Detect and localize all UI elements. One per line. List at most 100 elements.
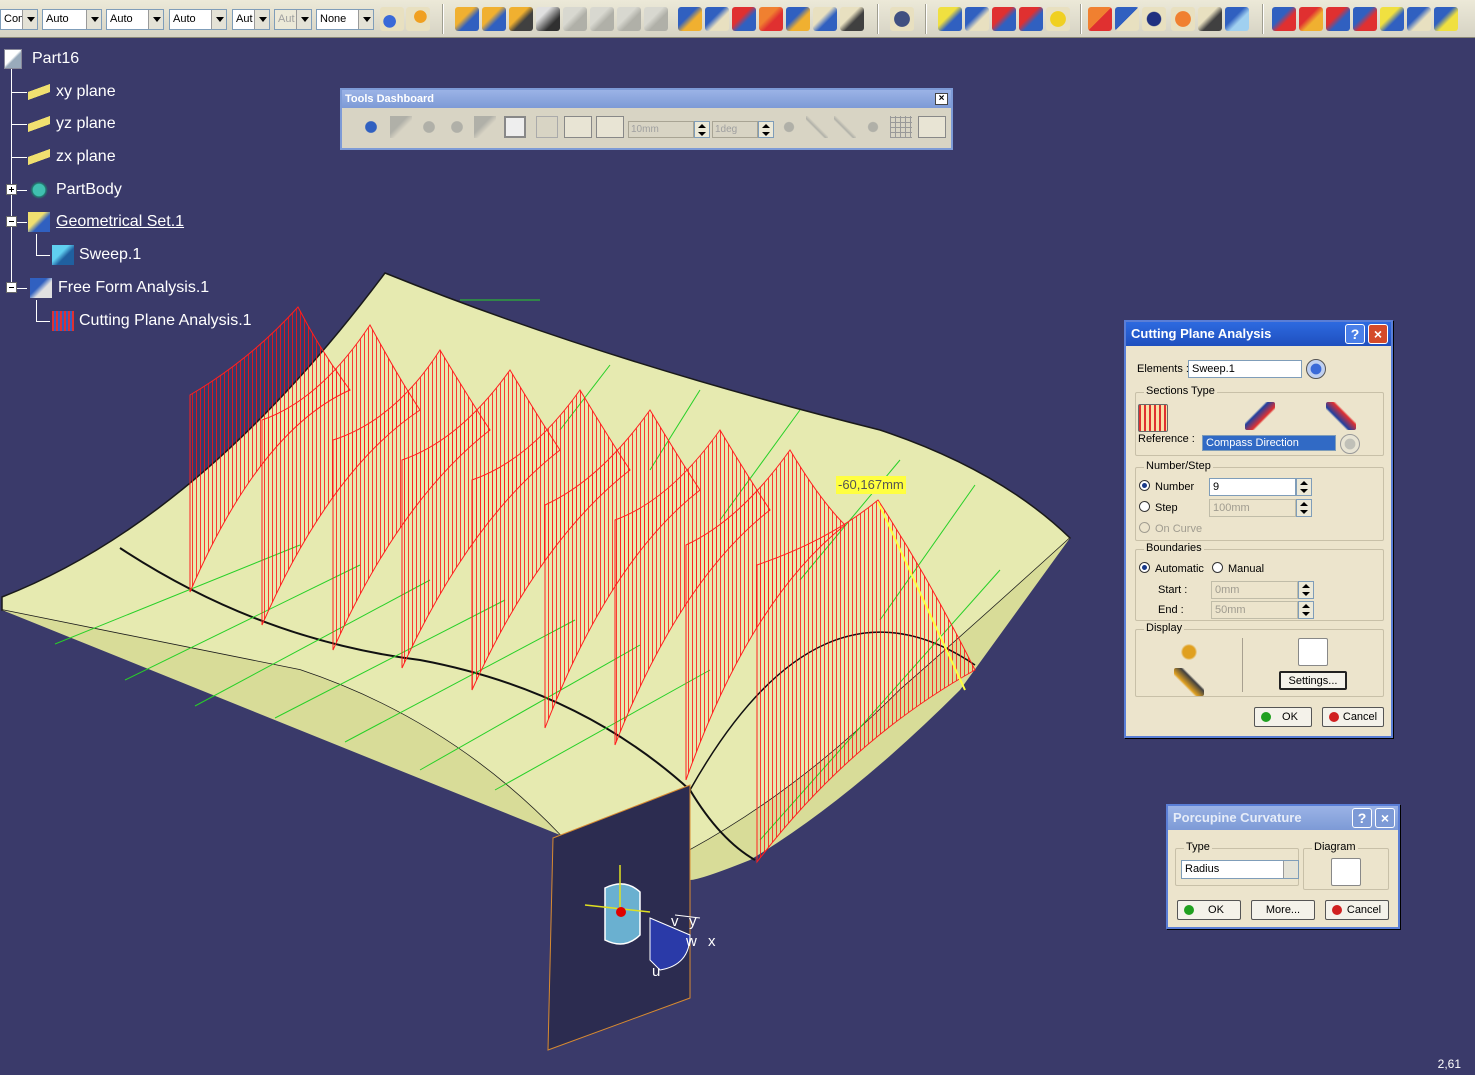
dashboard-angle-spinner[interactable]: [758, 121, 774, 138]
distance-analysis-icon[interactable]: [1046, 7, 1070, 31]
dashboard-plus-icon[interactable]: [536, 116, 558, 138]
disabled-tool-icon-2[interactable]: [590, 7, 614, 31]
dashboard-tool-icon-2[interactable]: [418, 116, 440, 138]
collapse-geometrical-set[interactable]: [6, 216, 17, 227]
feature-draft-icon[interactable]: [965, 7, 989, 31]
cycle-icon[interactable]: [1142, 7, 1166, 31]
surfacic-curvature-icon[interactable]: [992, 7, 1016, 31]
reference-selector-icon[interactable]: [1340, 434, 1360, 454]
ok-button[interactable]: OK: [1177, 900, 1241, 920]
automatic-radio[interactable]: [1139, 562, 1150, 573]
manual-radio[interactable]: [1212, 562, 1223, 573]
more-button[interactable]: More...: [1251, 900, 1315, 920]
dashboard-tool-icon-4[interactable]: [474, 116, 496, 138]
elements-selector-icon[interactable]: [1306, 359, 1326, 379]
cube-view-icon[interactable]: [1225, 7, 1249, 31]
dashboard-snap-icon[interactable]: [596, 116, 624, 138]
display-planes-icon[interactable]: [1174, 668, 1204, 696]
start-field[interactable]: 0mm: [1211, 581, 1298, 599]
step-field[interactable]: 100mm: [1209, 499, 1296, 517]
graphic-properties-combo-6[interactable]: Aut: [274, 9, 312, 30]
end-spinner[interactable]: [1298, 601, 1314, 619]
join-icon[interactable]: [678, 7, 702, 31]
fill-tool-icon[interactable]: [482, 7, 506, 31]
diagram-icon[interactable]: [1331, 858, 1361, 886]
dashboard-tool-icon-9[interactable]: [862, 116, 884, 138]
help-button[interactable]: ?: [1345, 324, 1365, 344]
close-button[interactable]: ×: [1375, 808, 1395, 828]
shape-analysis-icon-4[interactable]: [1353, 7, 1377, 31]
shape-analysis-icon-3[interactable]: [1326, 7, 1350, 31]
graphic-properties-combo-3[interactable]: Auto: [106, 9, 164, 30]
reference-field[interactable]: Compass Direction: [1202, 435, 1336, 451]
dashboard-tool-icon-8[interactable]: [834, 116, 856, 138]
type-select[interactable]: Radius: [1181, 860, 1299, 879]
display-sections-icon[interactable]: [1174, 638, 1204, 666]
elements-field[interactable]: Sweep.1: [1188, 360, 1302, 378]
number-spinner[interactable]: [1296, 478, 1312, 496]
paint-brush-icon[interactable]: [380, 7, 404, 31]
transform-icon[interactable]: [840, 7, 864, 31]
blend-icon[interactable]: [536, 7, 560, 31]
ok-button[interactable]: OK: [1254, 707, 1312, 727]
axis-icon[interactable]: [1198, 7, 1222, 31]
dashboard-titlebar[interactable]: Tools Dashboard ×: [342, 90, 951, 108]
compass-snap-icon[interactable]: [360, 116, 382, 138]
assembly-icon[interactable]: [1088, 7, 1112, 31]
graphic-properties-combo-1[interactable]: Come: [0, 9, 38, 30]
dashboard-tool-icon-1[interactable]: [390, 116, 412, 138]
graphic-properties-combo-5[interactable]: Aut: [232, 9, 270, 30]
cutting-plane-titlebar[interactable]: Cutting Plane Analysis ? ×: [1126, 322, 1391, 346]
split-icon[interactable]: [732, 7, 756, 31]
graphic-properties-combo-2[interactable]: Auto: [42, 9, 102, 30]
shape-analysis-icon-2[interactable]: [1299, 7, 1323, 31]
grid-icon[interactable]: [890, 116, 912, 138]
curve-sections-icon[interactable]: [1326, 402, 1356, 430]
compass-tool-icon[interactable]: [1115, 7, 1139, 31]
end-field[interactable]: 50mm: [1211, 601, 1298, 619]
step-radio[interactable]: [1139, 501, 1150, 512]
dashboard-angle-icon[interactable]: [564, 116, 592, 138]
law-icon[interactable]: [890, 7, 914, 31]
settings-button[interactable]: Settings...: [1279, 671, 1347, 690]
dashboard-angle-field[interactable]: 1deg: [712, 121, 758, 138]
dashboard-length-field[interactable]: 10mm: [628, 121, 694, 138]
start-spinner[interactable]: [1298, 581, 1314, 599]
porcupine-titlebar[interactable]: Porcupine Curvature ? ×: [1168, 806, 1398, 830]
close-icon[interactable]: ×: [935, 93, 948, 105]
porcupine-curvature-icon[interactable]: [1019, 7, 1043, 31]
expand-partbody[interactable]: [6, 184, 17, 195]
healing-icon[interactable]: [705, 7, 729, 31]
multi-section-icon[interactable]: [509, 7, 533, 31]
on-curve-radio[interactable]: [1139, 522, 1150, 533]
trim-icon[interactable]: [759, 7, 783, 31]
shape-analysis-icon-5[interactable]: [1380, 7, 1404, 31]
boundary-icon[interactable]: [786, 7, 810, 31]
disabled-tool-icon-4[interactable]: [644, 7, 668, 31]
dashboard-tool-icon-7[interactable]: [806, 116, 828, 138]
shape-analysis-icon-1[interactable]: [1272, 7, 1296, 31]
number-field[interactable]: 9: [1209, 478, 1296, 496]
cancel-button[interactable]: Cancel: [1325, 900, 1389, 920]
cancel-button[interactable]: Cancel: [1322, 707, 1384, 727]
dashboard-tool-icon-5[interactable]: [504, 116, 526, 138]
shape-analysis-icon-7[interactable]: [1434, 7, 1458, 31]
disabled-tool-icon-3[interactable]: [617, 7, 641, 31]
collapse-free-form-analysis[interactable]: [6, 282, 17, 293]
step-spinner[interactable]: [1296, 499, 1312, 517]
close-button[interactable]: ×: [1368, 324, 1388, 344]
help-button[interactable]: ?: [1352, 808, 1372, 828]
dashboard-tool-icon-3[interactable]: [446, 116, 468, 138]
perpendicular-sections-icon[interactable]: [1245, 402, 1275, 430]
axis-system-icon[interactable]: [918, 116, 946, 138]
extract-icon[interactable]: [813, 7, 837, 31]
number-radio[interactable]: [1139, 480, 1150, 491]
curvature-display-icon[interactable]: [1298, 638, 1328, 666]
sweep-tool-icon[interactable]: [455, 7, 479, 31]
dashboard-tool-icon-6[interactable]: [778, 116, 800, 138]
connect-checker-icon[interactable]: [938, 7, 962, 31]
planar-sections-icon[interactable]: [1138, 404, 1168, 432]
hand-icon[interactable]: [1171, 7, 1195, 31]
dashboard-length-spinner[interactable]: [694, 121, 710, 138]
color-picker-icon[interactable]: [406, 7, 430, 31]
